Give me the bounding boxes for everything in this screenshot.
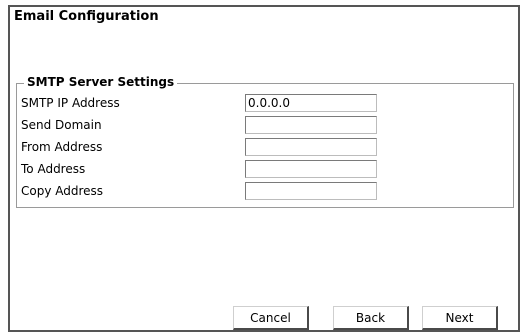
from-address-label: From Address xyxy=(21,140,103,154)
next-button[interactable]: Next xyxy=(422,306,498,330)
to-address-input[interactable] xyxy=(245,160,377,178)
to-address-row: To Address xyxy=(17,159,513,180)
smtp-ip-address-row: SMTP IP Address xyxy=(17,93,513,114)
page-title: Email Configuration xyxy=(14,9,159,24)
from-address-input[interactable] xyxy=(245,138,377,156)
smtp-ip-address-input[interactable] xyxy=(245,94,377,112)
group-legend: SMTP Server Settings xyxy=(24,75,178,89)
send-domain-input[interactable] xyxy=(245,116,377,134)
send-domain-row: Send Domain xyxy=(17,115,513,136)
send-domain-label: Send Domain xyxy=(21,118,102,132)
to-address-label: To Address xyxy=(21,162,86,176)
smtp-ip-address-label: SMTP IP Address xyxy=(21,96,120,110)
copy-address-row: Copy Address xyxy=(17,181,513,202)
copy-address-label: Copy Address xyxy=(21,184,104,198)
copy-address-input[interactable] xyxy=(245,182,377,200)
back-button[interactable]: Back xyxy=(333,306,409,330)
from-address-row: From Address xyxy=(17,137,513,158)
smtp-server-settings-group: SMTP Server Settings SMTP IP Address Sen… xyxy=(16,75,514,208)
cancel-button[interactable]: Cancel xyxy=(233,306,309,330)
email-configuration-panel: Email Configuration SMTP Server Settings… xyxy=(8,5,520,332)
